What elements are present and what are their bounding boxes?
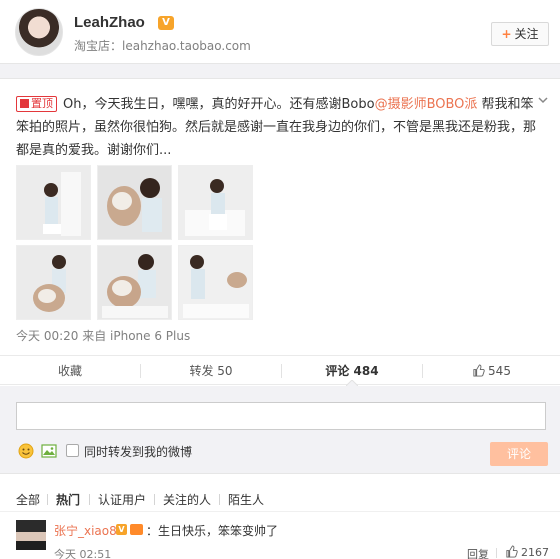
vip-badge: V bbox=[158, 16, 174, 30]
pin-badge: 置顶 bbox=[16, 96, 57, 112]
comment-item: 张宁_xiao8 V ：生日快乐，笨笨变帅了 今天 02:51 回复 2167 bbox=[0, 511, 560, 559]
photo-thumbnail[interactable] bbox=[16, 245, 91, 320]
filter-all[interactable]: 全部 bbox=[16, 491, 40, 508]
filter-strangers[interactable]: 陌生人 bbox=[228, 491, 264, 508]
comment-input[interactable] bbox=[16, 402, 546, 430]
photo-grid bbox=[16, 165, 253, 320]
comment-action-divider bbox=[496, 548, 497, 558]
comment-like-count: 2167 bbox=[521, 546, 549, 559]
filter-divider bbox=[89, 494, 90, 505]
commenter-name[interactable]: 张宁_xiao8 bbox=[54, 522, 117, 539]
repost-checkbox-label: 同时转发到我的微博 bbox=[84, 445, 193, 459]
profile-avatar[interactable] bbox=[15, 8, 63, 56]
verified-badge-icon: V bbox=[116, 524, 127, 535]
thumb-up-icon bbox=[473, 364, 485, 377]
pin-icon bbox=[20, 99, 29, 108]
submit-comment-button[interactable]: 评论 bbox=[490, 442, 548, 466]
chevron-down-icon[interactable] bbox=[537, 94, 549, 106]
filter-verified[interactable]: 认证用户 bbox=[98, 491, 146, 508]
post-text-main: Oh，今天我生日，嘿嘿，真的好开心。还有感谢Bobo bbox=[63, 97, 375, 112]
profile-name[interactable]: LeahZhao bbox=[74, 14, 145, 31]
emoji-icon[interactable] bbox=[18, 443, 34, 459]
post-text: 置顶 Oh，今天我生日，嘿嘿，真的好开心。还有感谢Bobo@摄影师BOBO派 帮我… bbox=[16, 93, 538, 162]
plus-icon: + bbox=[501, 27, 512, 41]
follow-button[interactable]: + 关注 bbox=[491, 22, 549, 46]
filter-divider bbox=[154, 494, 155, 505]
filter-divider bbox=[219, 494, 220, 505]
thumb-up-icon bbox=[506, 545, 518, 558]
photo-thumbnail[interactable] bbox=[178, 245, 253, 320]
comment-composer: 同时转发到我的微博 评论 bbox=[0, 386, 560, 474]
comment-filters: 全部 热门 认证用户 关注的人 陌生人 bbox=[0, 487, 560, 511]
repost-button[interactable]: 转发 50 bbox=[141, 356, 281, 386]
photo-thumbnail[interactable] bbox=[178, 165, 253, 240]
filter-divider bbox=[47, 494, 48, 505]
follow-label: 关注 bbox=[514, 27, 539, 41]
reply-button[interactable]: 回复 bbox=[467, 546, 489, 559]
filter-following[interactable]: 关注的人 bbox=[163, 491, 211, 508]
filter-hot[interactable]: 热门 bbox=[56, 491, 80, 508]
comment-time: 今天 02:51 bbox=[54, 548, 112, 559]
image-icon[interactable] bbox=[41, 443, 57, 459]
member-badge-icon bbox=[130, 524, 143, 535]
favorite-button[interactable]: 收藏 bbox=[0, 356, 140, 386]
comment-text: ：生日快乐，笨笨变帅了 bbox=[146, 524, 279, 538]
photo-thumbnail[interactable] bbox=[16, 165, 91, 240]
photo-thumbnail[interactable] bbox=[97, 245, 172, 320]
like-count: 545 bbox=[488, 364, 511, 378]
commenter-avatar[interactable] bbox=[16, 520, 46, 550]
post-card: 置顶 Oh，今天我生日，嘿嘿，真的好开心。还有感谢Bobo@摄影师BOBO派 帮我… bbox=[0, 78, 560, 559]
photo-thumbnail[interactable] bbox=[97, 165, 172, 240]
repost-checkbox[interactable] bbox=[66, 444, 79, 457]
like-button[interactable]: 545 bbox=[423, 356, 560, 386]
post-meta: 今天 00:20 来自 iPhone 6 Plus bbox=[16, 329, 191, 343]
shop-link[interactable]: 淘宝店：leahzhao.taobao.com bbox=[74, 37, 251, 54]
profile-card: LeahZhao V 淘宝店：leahzhao.taobao.com + 关注 bbox=[0, 0, 560, 64]
mention-link[interactable]: @摄影师BOBO派 bbox=[375, 97, 478, 112]
comment-like-button[interactable]: 2167 bbox=[505, 545, 549, 559]
action-bar: 收藏 转发 50 评论 484 545 bbox=[0, 355, 560, 386]
